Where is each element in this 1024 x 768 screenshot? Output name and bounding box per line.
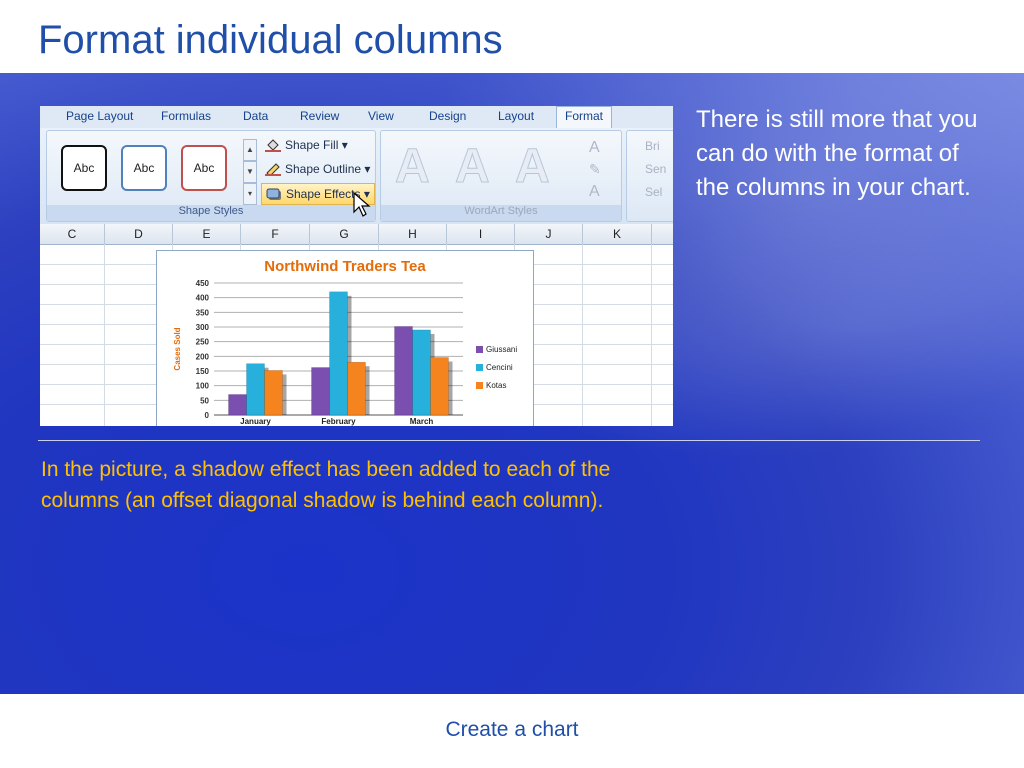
chart[interactable]: Northwind Traders Tea Cases Sold 450 400 350… — [156, 250, 534, 426]
wordart-group: A A A A ✎ A WordArt Styles — [380, 130, 622, 222]
shape-effects-label: Shape Effects — [286, 187, 361, 201]
tab-layout[interactable]: Layout — [498, 109, 534, 123]
legend-label: Giussani — [486, 345, 517, 354]
column-header[interactable]: I — [447, 224, 515, 244]
send-backward-button[interactable]: Sen — [645, 162, 666, 176]
bar — [394, 326, 413, 416]
shape-effects-icon — [266, 188, 281, 201]
scroll-down-button[interactable]: ▼ — [243, 161, 257, 183]
column-header[interactable]: K — [583, 224, 652, 244]
chevron-down-icon: ▾ — [364, 162, 371, 176]
column-header[interactable]: H — [379, 224, 447, 244]
selection-pane-button[interactable]: Sel — [645, 185, 662, 199]
wordart-style-1[interactable]: A — [395, 139, 431, 194]
y-tick-label: 50 — [200, 396, 209, 405]
arrange-group: Bri Sen Sel — [626, 130, 673, 222]
y-tick-label: 400 — [196, 294, 210, 303]
x-tick-label: March — [410, 417, 434, 426]
column-headers: C D E F G H I J K — [40, 224, 673, 245]
y-tick-label: 250 — [196, 338, 210, 347]
y-tick-label: 100 — [196, 382, 210, 391]
bar — [329, 291, 348, 416]
tab-data[interactable]: Data — [243, 109, 268, 123]
shape-fill-label: Shape Fill — [285, 138, 339, 152]
column-header[interactable]: G — [310, 224, 379, 244]
x-tick-label: January — [240, 417, 271, 426]
tab-page-layout[interactable]: Page Layout — [66, 109, 133, 123]
y-tick-label: 200 — [196, 352, 210, 361]
bar — [246, 363, 265, 416]
text-fill-icon: A — [589, 139, 600, 156]
y-axis-label: Cases Sold — [173, 327, 182, 370]
divider — [38, 440, 980, 441]
y-tick-label: 350 — [196, 308, 210, 317]
shape-style-sample-2[interactable]: Abc — [121, 145, 167, 191]
column-header[interactable]: F — [241, 224, 310, 244]
caption-text: In the picture, a shadow effect has been… — [41, 458, 611, 512]
tab-review[interactable]: Review — [300, 109, 339, 123]
column-header[interactable]: J — [515, 224, 583, 244]
shape-outline-label: Shape Outline — [285, 162, 362, 176]
legend-label: Cencini — [486, 363, 513, 372]
tab-formulas[interactable]: Formulas — [161, 109, 211, 123]
tab-format[interactable]: Format — [556, 106, 613, 130]
side-text: There is still more that you can do with… — [696, 106, 978, 201]
legend-swatch — [476, 346, 483, 353]
chart-title: Northwind Traders Tea — [264, 258, 426, 275]
shape-style-sample-1[interactable]: Abc — [61, 145, 107, 191]
excel-screenshot: Page Layout Formulas Data Review View De… — [40, 106, 673, 426]
wordart-style-3[interactable]: A — [515, 139, 551, 194]
tab-view[interactable]: View — [368, 109, 394, 123]
bar — [311, 367, 330, 416]
y-tick-label: 150 — [196, 367, 210, 376]
bar — [430, 357, 449, 416]
bring-forward-button[interactable]: Bri — [645, 139, 660, 153]
shape-styles-group: Abc Abc Abc ▲ ▼ ▾ Shape Fill ▾ Shape Out… — [46, 130, 376, 222]
more-styles-button[interactable]: ▾ — [243, 183, 257, 205]
column-header[interactable]: E — [173, 224, 241, 244]
wordart-styles-label: WordArt Styles — [381, 205, 621, 221]
footer-text: Create a chart — [445, 718, 579, 741]
y-tick-label: 450 — [196, 279, 210, 288]
bar — [264, 370, 283, 416]
legend-label: Kotas — [486, 381, 506, 390]
mouse-cursor-icon — [353, 192, 371, 217]
bar — [347, 361, 366, 416]
tab-design[interactable]: Design — [429, 109, 466, 123]
ribbon-tab-bar: Page Layout Formulas Data Review View De… — [40, 106, 673, 130]
column-header[interactable]: C — [40, 224, 105, 244]
slide-title: Format individual columns — [38, 18, 503, 62]
pencil-icon — [265, 163, 281, 177]
text-effects-icon: A — [589, 183, 600, 200]
scroll-up-button[interactable]: ▲ — [243, 139, 257, 161]
bar — [228, 394, 247, 416]
text-outline-icon: ✎ — [589, 161, 601, 177]
legend-swatch — [476, 364, 483, 371]
x-tick-label: February — [321, 417, 356, 426]
y-tick-label: 0 — [205, 411, 210, 420]
shape-style-sample-3[interactable]: Abc — [181, 145, 227, 191]
legend-swatch — [476, 382, 483, 389]
shape-fill-button[interactable]: Shape Fill ▾ — [261, 135, 352, 155]
y-tick-label: 300 — [196, 323, 210, 332]
wordart-style-2[interactable]: A — [455, 139, 491, 194]
bar — [412, 329, 431, 416]
chevron-down-icon: ▾ — [341, 138, 348, 152]
shape-outline-button[interactable]: Shape Outline ▾ — [261, 159, 374, 179]
column-header[interactable]: D — [105, 224, 173, 244]
paint-bucket-icon — [265, 139, 281, 153]
shape-styles-label: Shape Styles — [47, 205, 375, 221]
